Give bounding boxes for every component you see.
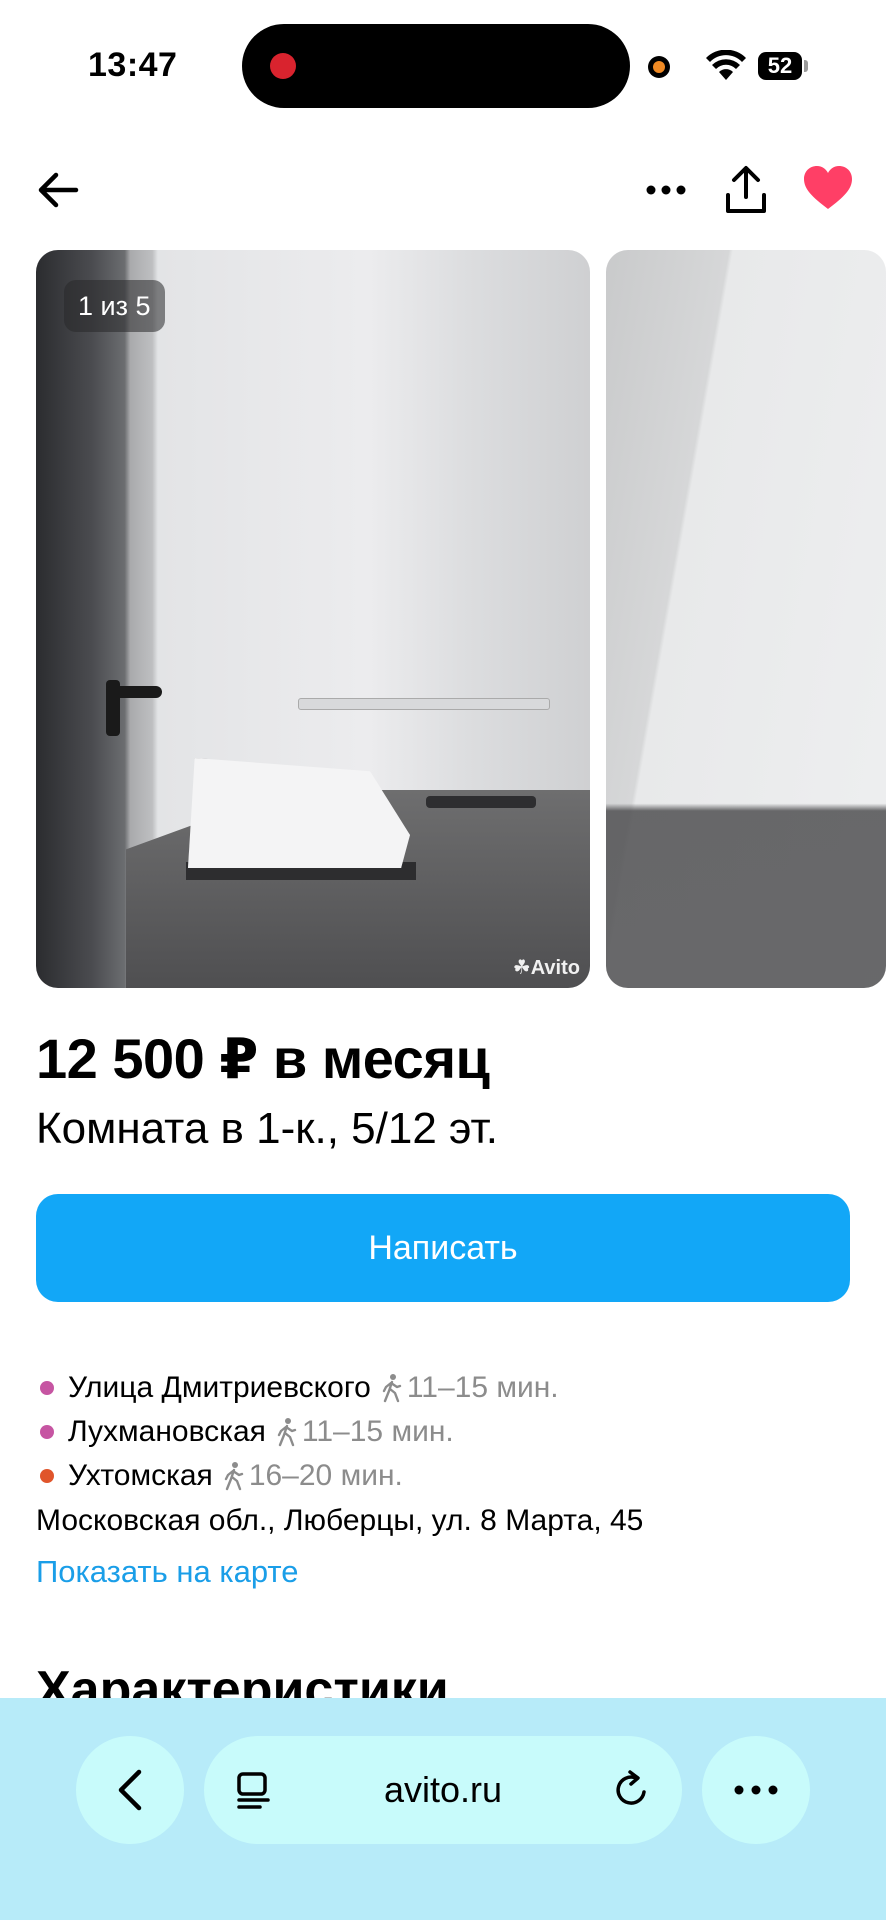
chevron-left-icon (118, 1769, 142, 1811)
photo-door-lever (106, 686, 162, 698)
battery-icon: 52 (758, 52, 802, 80)
back-button[interactable] (32, 164, 84, 216)
walking-icon (224, 1462, 244, 1491)
metro-walk-time: 16–20 мин. (248, 1459, 403, 1492)
back-arrow-icon (38, 172, 79, 208)
metro-list: Улица Дмитриевского 11–15 мин. Лухмановс… (36, 1366, 850, 1498)
reload-icon[interactable] (610, 1768, 654, 1812)
metro-walk-time: 11–15 мин. (406, 1371, 559, 1404)
walking-icon (277, 1418, 297, 1447)
photo-gallery[interactable]: 1 из 5 ☘Avito (36, 250, 886, 988)
dynamic-island (242, 24, 630, 108)
share-icon (726, 166, 766, 213)
metro-walk-time: 11–15 мин. (301, 1415, 454, 1448)
camera-in-use-dot-icon (648, 56, 670, 78)
listing-address: Московская обл., Люберцы, ул. 8 Марта, 4… (36, 1504, 644, 1537)
browser-bottom-bar: avito.ru (0, 1698, 886, 1920)
more-dots-icon (734, 1785, 778, 1795)
metro-station-name: Улица Дмитриевского (68, 1371, 371, 1404)
metro-station-name: Лухмановская (68, 1415, 266, 1448)
metro-station-name: Ухтомская (68, 1459, 213, 1492)
wifi-icon (706, 50, 746, 80)
photo-drain-pipe (426, 796, 536, 808)
photo-pipe (298, 698, 550, 710)
write-message-button[interactable]: Написать (36, 1194, 850, 1302)
battery-level: 52 (767, 53, 793, 78)
walking-icon (382, 1374, 402, 1403)
listing-price: 12 500 ₽ в месяц (36, 1027, 490, 1090)
share-button[interactable] (722, 162, 770, 218)
status-time: 13:47 (88, 46, 178, 84)
heart-icon (804, 166, 852, 209)
metro-item: Улица Дмитриевского 11–15 мин. (36, 1366, 850, 1410)
listing-photo-2[interactable] (606, 250, 886, 988)
more-options-button[interactable] (642, 170, 690, 210)
photo-shower-tray (188, 758, 410, 868)
metro-line-dot (40, 1469, 54, 1483)
metro-item: Ухтомская 16–20 мин. (36, 1454, 850, 1498)
status-bar: 13:47 52 (0, 0, 886, 130)
listing-subtitle: Комната в 1-к., 5/12 эт. (36, 1104, 498, 1153)
avito-watermark: ☘Avito (512, 957, 580, 979)
photo-counter-badge: 1 из 5 (64, 280, 165, 332)
browser-back-button[interactable] (76, 1736, 184, 1844)
metro-line-dot (40, 1381, 54, 1395)
watermark-text: Avito (530, 957, 580, 979)
metro-line-dot (40, 1425, 54, 1439)
browser-more-button[interactable] (702, 1736, 810, 1844)
show-on-map-link[interactable]: Показать на карте (36, 1554, 299, 1590)
listing-photo-1[interactable]: 1 из 5 ☘Avito (36, 250, 590, 988)
recording-dot-icon (270, 53, 296, 79)
more-dots-icon (646, 185, 686, 195)
favorite-button[interactable] (800, 160, 856, 216)
battery-tip (804, 60, 808, 72)
address-bar[interactable]: avito.ru (204, 1736, 682, 1844)
metro-item: Лухмановская 11–15 мин. (36, 1410, 850, 1454)
